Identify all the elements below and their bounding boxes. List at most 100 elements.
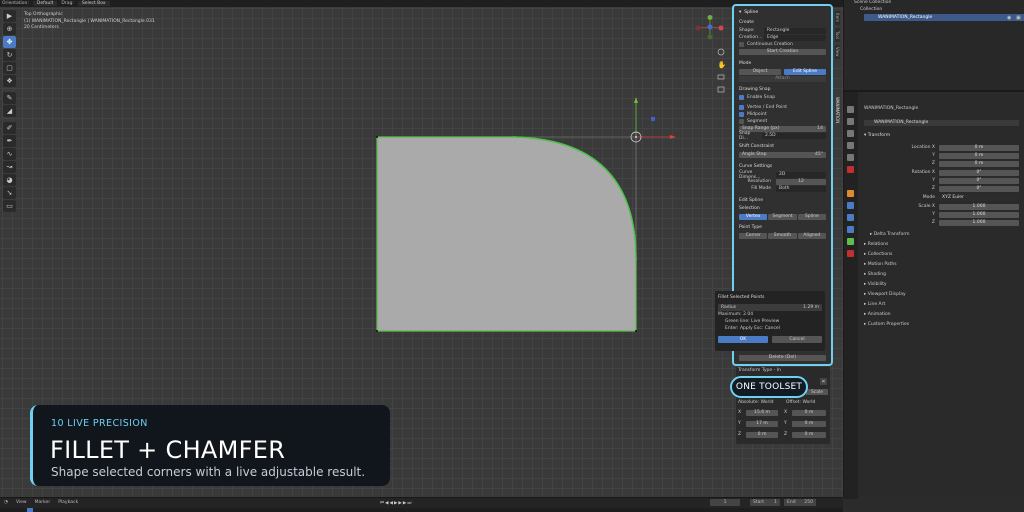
scale-z-field[interactable]: 1.000 [939, 219, 1019, 226]
location-y-field[interactable]: 0 m [939, 152, 1019, 159]
curve-settings-title: Curve Settings [739, 164, 773, 169]
panel-visibility[interactable]: ▸ Visibility [864, 281, 1019, 288]
navigation-gizmo[interactable]: ✋ [690, 15, 730, 125]
view-layer-icon[interactable] [847, 142, 854, 149]
panel-collections[interactable]: ▸ Collections [864, 251, 1019, 258]
scale-x-field[interactable]: 1.000 [939, 203, 1019, 210]
rotation-label: Rotation X [911, 170, 935, 175]
tool-props-icon[interactable] [847, 106, 854, 113]
rotation-z-field[interactable]: 0° [939, 185, 1019, 192]
mode-object-button[interactable]: Object [739, 68, 781, 75]
collection-item[interactable]: Collection [860, 7, 882, 12]
npanel-header[interactable]: ▾ Spline [739, 9, 826, 16]
point-corner-button[interactable]: Corner [739, 232, 768, 239]
panel-viewport-display[interactable]: ▸ Viewport Display [864, 291, 1019, 298]
material-props-icon[interactable] [847, 250, 854, 257]
delete-button[interactable]: Delete (Del) [739, 354, 826, 361]
location-z-field[interactable]: 0 m [939, 160, 1019, 167]
current-frame-field[interactable]: 1 [710, 499, 740, 506]
fill-mode-dropdown[interactable]: Both [776, 185, 826, 192]
playhead[interactable] [27, 508, 33, 512]
shape-label: Shape: [739, 28, 755, 33]
curve-dim-dropdown[interactable]: 2D [776, 171, 826, 178]
edit-spline-title: Edit Spline [739, 198, 763, 203]
angle-step-field[interactable]: Angle Step 45° [739, 151, 826, 158]
timeline-playback-menu[interactable]: Playback [58, 500, 78, 505]
camera-restrict-icon[interactable]: ▣ [1016, 15, 1021, 21]
shape-dropdown[interactable]: Rectangle [764, 27, 826, 34]
cancel-button[interactable]: Cancel [772, 335, 822, 343]
attach-button[interactable]: Attach [739, 75, 826, 82]
output-props-icon[interactable] [847, 130, 854, 137]
fillet-popup: Fillet Selected Points Radius 1.29 m Maxi… [715, 291, 825, 351]
playback-controls[interactable]: ⏮◀◀▶▶▶⏭ [380, 500, 412, 506]
rotation-y-field[interactable]: 0° [939, 177, 1019, 184]
continuous-checkbox[interactable] [739, 42, 744, 47]
scene-collection[interactable]: Scene Collection [854, 0, 891, 5]
segment-checkbox[interactable] [739, 119, 744, 124]
point-smooth-button[interactable]: Smooth [768, 232, 797, 239]
panel-custom-properties[interactable]: ▸ Custom Properties [864, 321, 1019, 328]
selection-segment-button[interactable]: Segment [768, 213, 797, 220]
mode-edit-spline-button[interactable]: Edit Spline [784, 68, 826, 75]
scene-props-icon[interactable] [847, 154, 854, 161]
rotation-x-field[interactable]: 0° [939, 169, 1019, 176]
resolution-field[interactable]: 12 [776, 178, 826, 185]
scale-button[interactable]: Scale [806, 389, 828, 395]
abs-y-field[interactable]: 17 m [746, 420, 778, 427]
panel-animation[interactable]: ▸ Animation [864, 311, 1019, 318]
object-item[interactable]: WANIMATION_Rectangle [878, 15, 932, 20]
panel-delta-transform[interactable]: ▸ Delta Transform [864, 231, 1019, 238]
ok-button[interactable]: OK [718, 335, 768, 343]
tab-tool[interactable]: Tool [834, 27, 841, 43]
world-props-icon[interactable] [847, 166, 854, 173]
point-aligned-button[interactable]: Aligned [797, 232, 826, 239]
object-name-field[interactable]: WANIMATION_Rectangle [864, 119, 1019, 126]
transform-panel-header[interactable]: ▾ Transform [864, 132, 1019, 139]
scale-label: Scale X [918, 204, 935, 209]
modifier-props-icon[interactable] [847, 202, 854, 209]
enable-snap-checkbox[interactable] [739, 95, 744, 100]
constraint-props-icon[interactable] [847, 226, 854, 233]
off-x-field[interactable]: 0 m [792, 409, 826, 416]
timeline-editor-icon[interactable]: ◔ [4, 500, 8, 505]
close-icon[interactable]: ✕ [820, 378, 827, 385]
panel-motion-paths[interactable]: ▸ Motion Paths [864, 261, 1019, 268]
off-z-field[interactable]: 0 m [792, 431, 826, 438]
timeline-marker-menu[interactable]: Marker [35, 500, 51, 505]
start-frame-field[interactable]: Start 1 [750, 499, 780, 506]
physics-props-icon[interactable] [847, 214, 854, 221]
mode-section-title: Mode [739, 61, 752, 66]
timeline: ◔ View Marker Playback ⏮◀◀▶▶▶⏭ 1 Start 1 … [0, 497, 843, 512]
panel-line-art[interactable]: ▸ Line Art [864, 301, 1019, 308]
tab-view[interactable]: View [834, 44, 841, 60]
eye-icon[interactable]: ◉ [1007, 15, 1011, 21]
selection-vertex-button[interactable]: Vertex [739, 213, 768, 220]
timeline-view-menu[interactable]: View [16, 500, 27, 505]
vertex-end-checkbox[interactable] [739, 105, 744, 110]
gizmo-z-plane [651, 117, 655, 121]
end-frame-field[interactable]: End 250 [784, 499, 816, 506]
rotation-mode-dropdown[interactable]: XYZ Euler [939, 194, 1019, 201]
abs-z-field[interactable]: 0 m [746, 431, 778, 438]
selection-title: Selection [739, 206, 760, 211]
abs-x-field[interactable]: 15.6 m [746, 409, 778, 416]
toolset-badge: ONE TOOLSET [730, 376, 808, 398]
off-y-field[interactable]: 0 m [792, 420, 826, 427]
tab-wanimation[interactable]: WANIMATION [834, 90, 841, 130]
object-props-icon[interactable] [847, 190, 854, 197]
midpoint-checkbox[interactable] [739, 112, 744, 117]
radius-field[interactable]: Radius 1.29 m [718, 304, 822, 311]
selection-spline-button[interactable]: Spline [797, 213, 826, 220]
panel-relations[interactable]: ▸ Relations [864, 241, 1019, 248]
panel-shading[interactable]: ▸ Shading [864, 271, 1019, 278]
creation-dropdown[interactable]: Edge [764, 34, 826, 41]
start-creation-button[interactable]: Start Creation [739, 48, 826, 55]
location-x-field[interactable]: 0 m [939, 144, 1019, 151]
snap-di-dropdown[interactable]: 2.5D [762, 132, 826, 139]
data-props-icon[interactable] [847, 238, 854, 245]
scale-y-field[interactable]: 1.000 [939, 211, 1019, 218]
fill-mode-label: Fill Mode [751, 186, 771, 191]
tab-item[interactable]: Item [834, 10, 841, 26]
render-props-icon[interactable] [847, 118, 854, 125]
